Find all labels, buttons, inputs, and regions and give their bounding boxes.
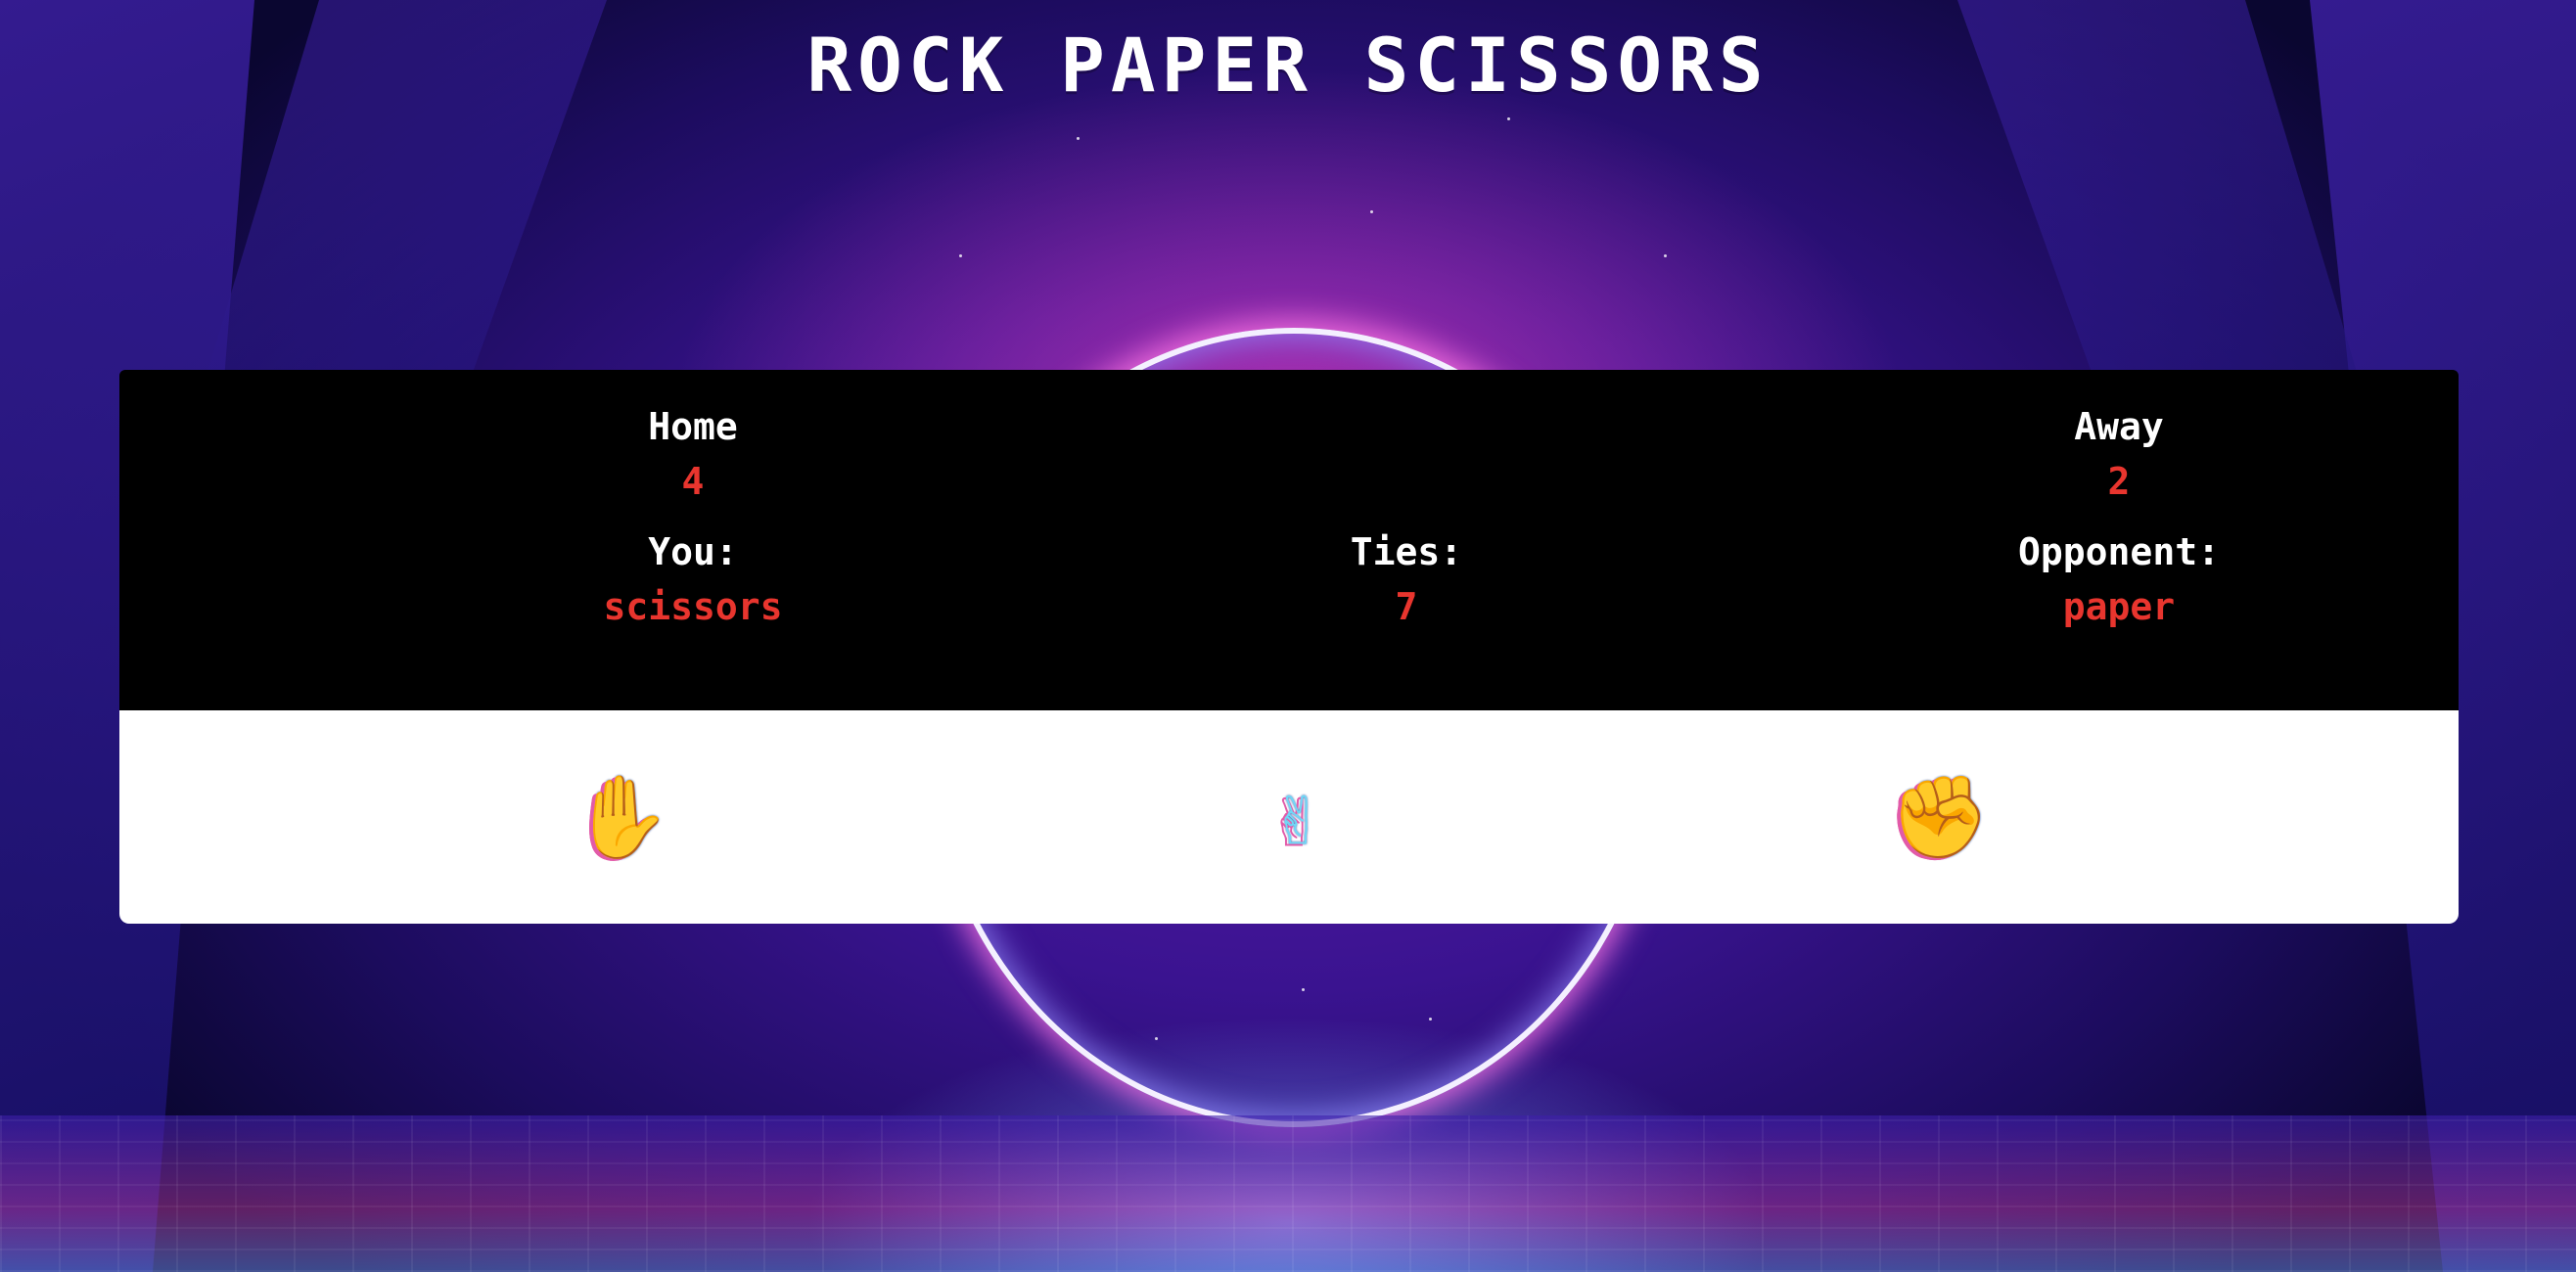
scissors-button[interactable]: ✌ xyxy=(1247,769,1345,867)
scoreboard: Home 4 Away 2 You: scissors Ties: 7 Oppo… xyxy=(119,370,2459,710)
raised-fist-icon: ✊ xyxy=(1889,771,1991,864)
home-score-block: Home 4 xyxy=(448,401,938,507)
choice-panel: ✋ ✌ ✊ xyxy=(119,710,2459,924)
ties-block: Ties: 7 xyxy=(1162,526,1651,632)
away-label: Away xyxy=(2074,405,2164,448)
opponent-choice: paper xyxy=(2062,585,2176,628)
victory-hand-icon: ✌ xyxy=(1271,771,1320,864)
you-choice: scissors xyxy=(603,585,783,628)
rock-button[interactable]: ✊ xyxy=(1889,769,1991,867)
home-score: 4 xyxy=(681,460,705,503)
home-label: Home xyxy=(648,405,738,448)
you-choice-block: You: scissors xyxy=(448,526,938,632)
away-score-block: Away 2 xyxy=(1874,401,2364,507)
game-title: ROCK PAPER SCISSORS xyxy=(806,22,1770,109)
paper-button[interactable]: ✋ xyxy=(571,769,672,867)
raised-hand-icon: ✋ xyxy=(571,771,672,864)
opponent-label: Opponent: xyxy=(2018,530,2220,573)
opponent-choice-block: Opponent: paper xyxy=(1874,526,2364,632)
you-label: You: xyxy=(648,530,738,573)
away-score: 2 xyxy=(2107,460,2131,503)
ties-count: 7 xyxy=(1395,585,1418,628)
ties-label: Ties: xyxy=(1350,530,1463,573)
floor-grid xyxy=(0,1115,2576,1272)
